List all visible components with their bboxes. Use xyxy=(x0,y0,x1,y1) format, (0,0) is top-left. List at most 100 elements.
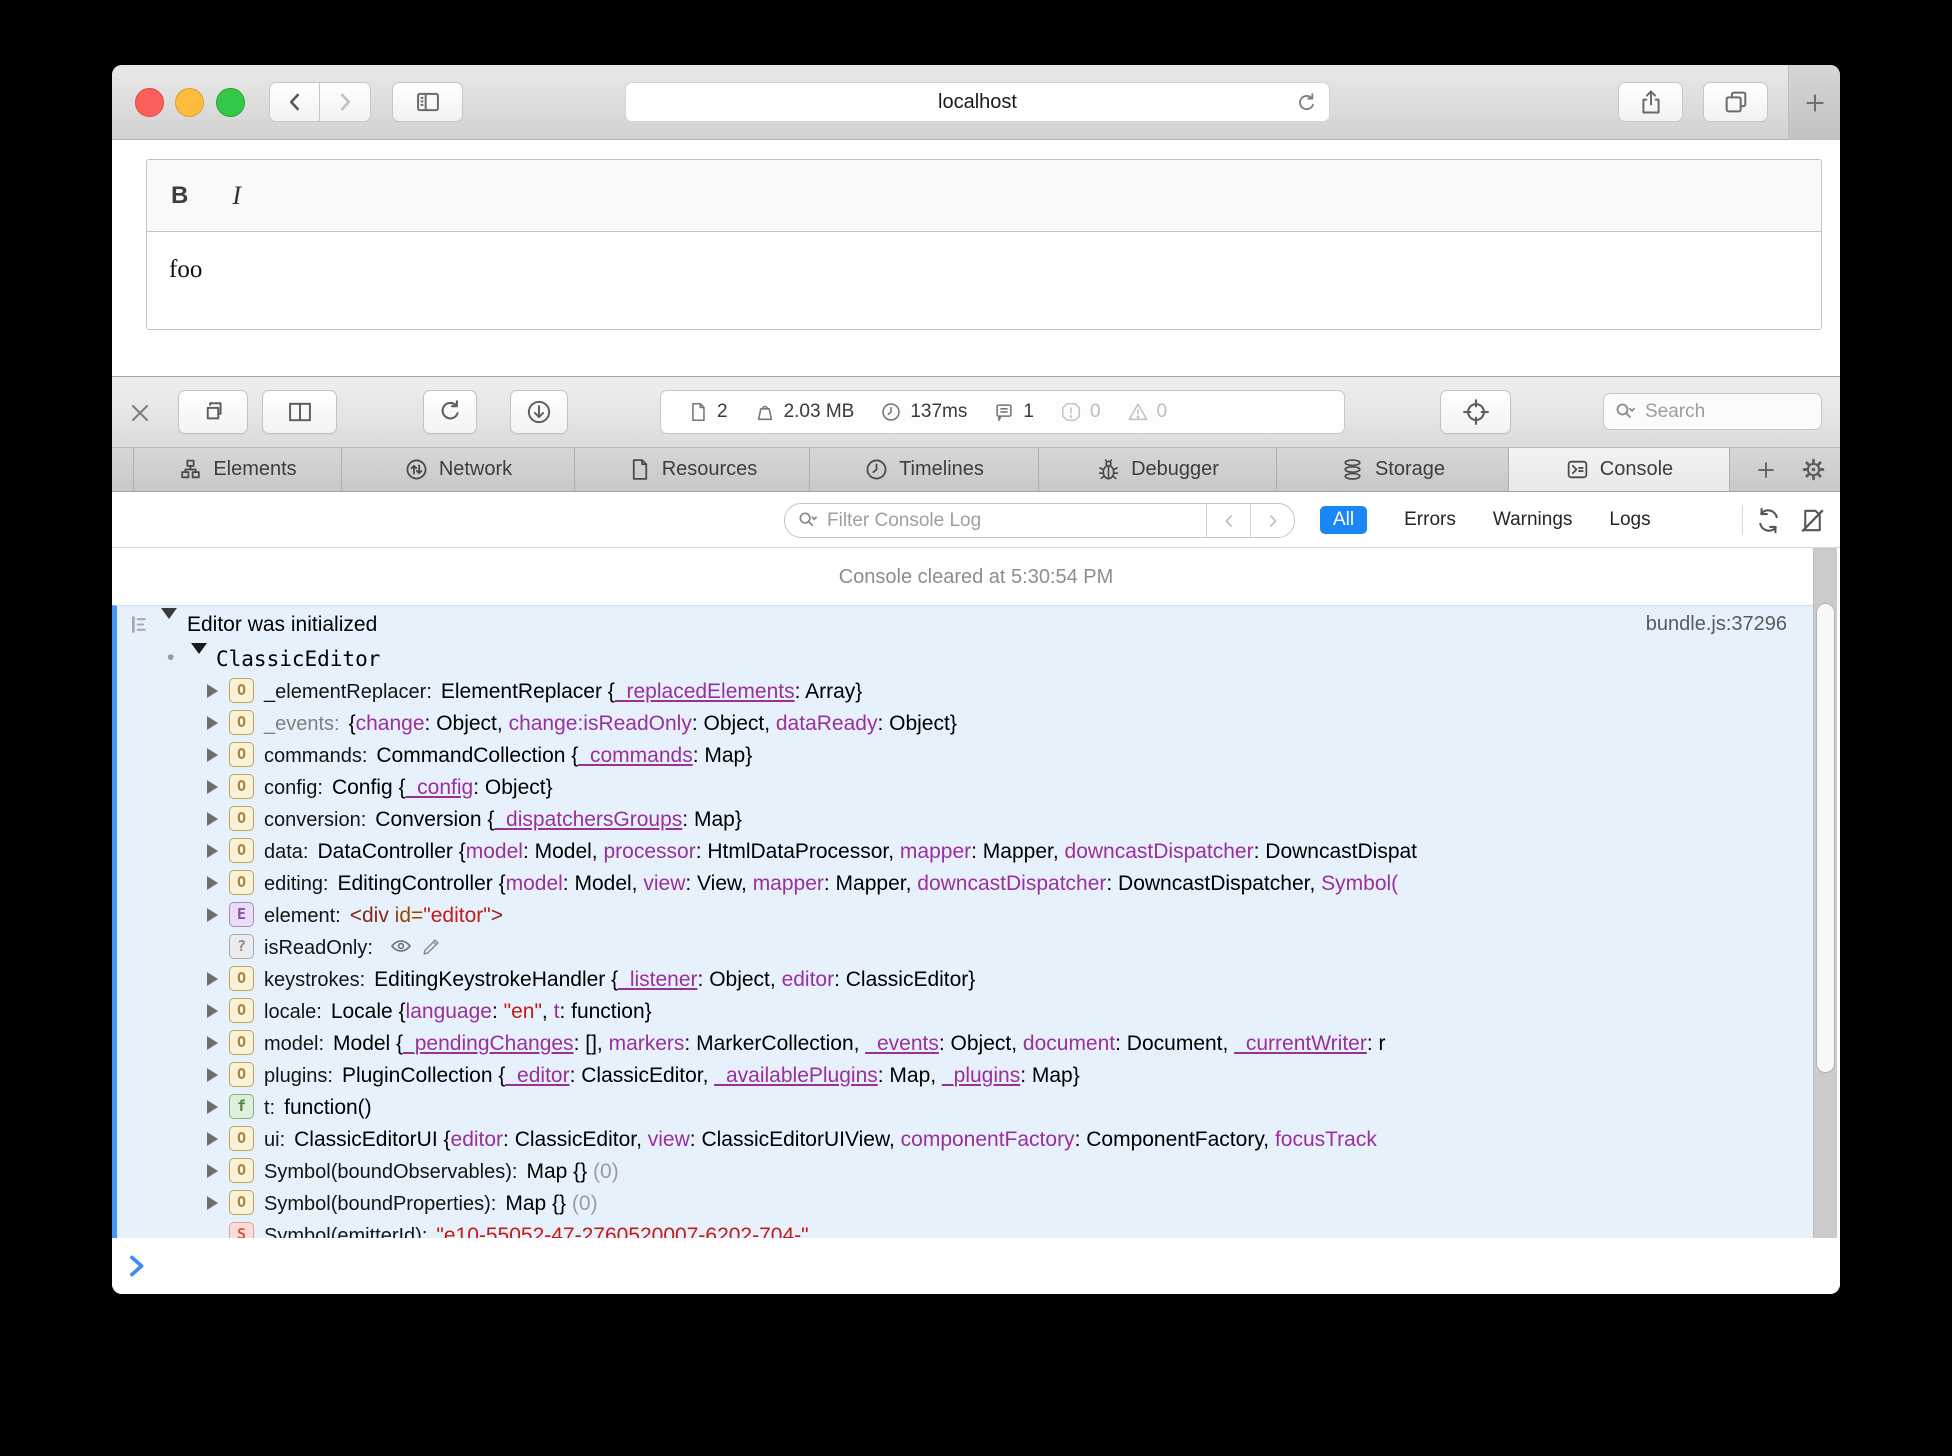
garbage-collect-button[interactable] xyxy=(1754,506,1783,535)
object-property-row[interactable]: Oui: ClassicEditorUI {editor: ClassicEdit… xyxy=(117,1123,1813,1155)
tab-network[interactable]: Network xyxy=(342,448,575,491)
divider xyxy=(1742,505,1743,535)
warning-count[interactable]: 0 xyxy=(1127,401,1167,423)
download-button[interactable] xyxy=(510,390,568,434)
object-root-row[interactable]: • ClassicEditor xyxy=(117,643,1813,675)
object-property-row[interactable]: Olocale: Locale {language: "en", t: funct… xyxy=(117,995,1813,1027)
expand-triangle[interactable] xyxy=(207,1132,218,1146)
expand-triangle[interactable] xyxy=(207,812,218,826)
expand-triangle[interactable] xyxy=(207,908,218,922)
forward-button[interactable] xyxy=(320,82,371,122)
console-scrollbar[interactable] xyxy=(1813,548,1837,1238)
console-log-entry[interactable]: Editor was initialized bundle.js:37296 •… xyxy=(112,605,1813,1238)
expand-triangle[interactable] xyxy=(207,780,218,794)
expand-triangle[interactable] xyxy=(207,1100,218,1114)
object-properties: O _elementReplacer: ElementReplacer {_repl… xyxy=(117,675,1813,1238)
collapse-triangle[interactable] xyxy=(191,643,207,672)
object-property-row[interactable]: Oediting: EditingController {model: Model… xyxy=(117,867,1813,899)
object-property-row[interactable]: O _elementReplacer: ElementReplacer {_repl… xyxy=(117,675,1813,707)
message-bubble-icon xyxy=(996,404,1013,422)
tab-resources[interactable]: Resources xyxy=(575,448,810,491)
property-value: ClassicEditorUI {editor: ClassicEditor, … xyxy=(294,1128,1377,1151)
expand-triangle[interactable] xyxy=(207,1036,218,1050)
tab-elements[interactable]: Elements xyxy=(133,448,342,491)
expand-triangle[interactable] xyxy=(207,972,218,986)
error-count[interactable]: 0 xyxy=(1060,401,1101,423)
tab-timelines[interactable]: Timelines xyxy=(810,448,1039,491)
type-badge-icon: O xyxy=(229,710,254,735)
clear-console-button[interactable] xyxy=(1798,506,1827,535)
expand-triangle[interactable] xyxy=(207,876,218,890)
scope-errors[interactable]: Errors xyxy=(1404,509,1456,531)
expand-triangle[interactable] xyxy=(207,716,218,730)
new-tab-button[interactable] xyxy=(1788,65,1840,140)
search-input[interactable] xyxy=(1643,399,1793,424)
show-tabs-button[interactable] xyxy=(1703,82,1768,122)
log-header[interactable]: Editor was initialized bundle.js:37296 xyxy=(117,606,1813,643)
object-property-row[interactable]: Omodel: Model {_pendingChanges: [], marke… xyxy=(117,1027,1813,1059)
object-property-row[interactable]: O Symbol(boundObservables): Map {} (0) xyxy=(117,1155,1813,1187)
filter-console-input[interactable] xyxy=(825,508,1115,533)
tabs-icon xyxy=(1725,91,1746,113)
minimize-window-button[interactable] xyxy=(175,88,204,117)
collapse-triangle[interactable] xyxy=(161,608,177,637)
object-property-row[interactable]: O _events: {change: Object, change:isReadO… xyxy=(117,707,1813,739)
zoom-window-button[interactable] xyxy=(216,88,245,117)
gear-icon[interactable] xyxy=(1800,456,1827,483)
scope-all[interactable]: All xyxy=(1320,506,1368,534)
property-name: locale: xyxy=(264,1001,322,1023)
load-time[interactable]: 137ms xyxy=(880,401,967,423)
tab-debugger[interactable]: Debugger xyxy=(1039,448,1277,491)
filter-console-field[interactable] xyxy=(784,503,1295,538)
close-inspector-button[interactable] xyxy=(128,401,152,425)
close-window-button[interactable] xyxy=(135,88,164,117)
object-property-row[interactable]: Okeystrokes: EditingKeystrokeHandler {_li… xyxy=(117,963,1813,995)
object-property-row[interactable]: S Symbol(emitterId): "e10-55052-47-2760520… xyxy=(117,1219,1813,1238)
search-icon xyxy=(1616,403,1635,418)
reload-page-button[interactable] xyxy=(423,390,477,434)
new-tab-plus-button[interactable] xyxy=(1754,458,1778,482)
reload-icon xyxy=(1299,93,1314,111)
back-button[interactable] xyxy=(269,82,320,122)
expand-triangle[interactable] xyxy=(207,1068,218,1082)
inspector-search-field[interactable] xyxy=(1603,393,1822,430)
resource-size[interactable]: 2.03 MB xyxy=(754,401,854,423)
scrollbar-thumb[interactable] xyxy=(1816,603,1835,1073)
find-next-button[interactable] xyxy=(1250,504,1294,537)
console-message-count[interactable]: 1 xyxy=(993,401,1034,423)
bold-button[interactable]: B xyxy=(171,182,188,210)
tab-storage[interactable]: Storage xyxy=(1277,448,1509,491)
find-previous-button[interactable] xyxy=(1206,504,1250,537)
sidebar-toggle-button[interactable] xyxy=(392,82,463,122)
expand-triangle[interactable] xyxy=(207,684,218,698)
object-property-row[interactable]: Ocommands: CommandCollection {_commands: … xyxy=(117,739,1813,771)
page-reload-button[interactable] xyxy=(1294,91,1319,116)
address-bar[interactable]: localhost xyxy=(625,82,1330,122)
expand-triangle[interactable] xyxy=(207,748,218,762)
expand-triangle[interactable] xyxy=(207,1196,218,1210)
italic-button[interactable]: I xyxy=(232,181,241,211)
editor-content[interactable]: foo xyxy=(146,232,1822,330)
scope-logs[interactable]: Logs xyxy=(1609,509,1650,531)
expand-triangle[interactable] xyxy=(207,1004,218,1018)
share-button[interactable] xyxy=(1618,82,1683,122)
object-property-row[interactable]: Odata: DataController {model: Model, proc… xyxy=(117,835,1813,867)
detach-inspector-button[interactable] xyxy=(178,390,248,434)
scope-warnings[interactable]: Warnings xyxy=(1493,509,1573,531)
object-property-row[interactable]: Oconversion: Conversion {_dispatchersGrou… xyxy=(117,803,1813,835)
object-property-row[interactable]: O Symbol(boundProperties): Map {} (0) xyxy=(117,1187,1813,1219)
console-prompt-row[interactable] xyxy=(112,1238,1840,1294)
dock-side-button[interactable] xyxy=(262,390,337,434)
element-picker-button[interactable] xyxy=(1440,390,1511,434)
source-location-link[interactable]: bundle.js:37296 xyxy=(1646,606,1787,643)
expand-triangle[interactable] xyxy=(207,1164,218,1178)
object-property-row[interactable]: Eelement: <div id="editor"> xyxy=(117,899,1813,931)
tab-console[interactable]: Console xyxy=(1509,448,1730,491)
type-badge-icon: E xyxy=(229,902,254,927)
expand-triangle[interactable] xyxy=(207,844,218,858)
object-property-row[interactable]: Oconfig: Config {_config: Object} xyxy=(117,771,1813,803)
object-property-row[interactable]: ? isReadOnly: xyxy=(117,931,1813,963)
object-property-row[interactable]: f t: function() xyxy=(117,1091,1813,1123)
object-property-row[interactable]: Oplugins: PluginCollection {_editor: Clas… xyxy=(117,1059,1813,1091)
document-count[interactable]: 2 xyxy=(687,401,728,423)
